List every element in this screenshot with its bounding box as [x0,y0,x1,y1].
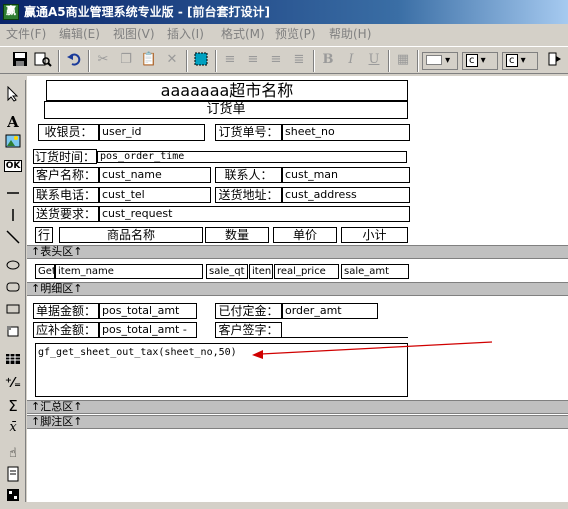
properties-icon[interactable]: ▦ [393,51,413,71]
select-all-icon[interactable] [191,51,211,71]
page-tool-icon[interactable] [3,466,23,486]
table-tool-icon[interactable] [3,352,23,372]
save-icon[interactable] [10,51,30,71]
computed-field-icon[interactable]: ⁺⁄₌ [3,374,23,394]
align-justify-icon[interactable]: ≣ [289,51,309,71]
menu-preview[interactable]: 预览(P) [275,27,316,41]
delete-icon[interactable]: ✕ [162,51,182,71]
title-bar: 赢 赢通A5商业管理系统专业版 - [前台套打设计] [0,0,568,24]
undo-icon[interactable] [64,51,84,71]
report-canvas[interactable]: aaaaaaa超市名称 订货单 收银员： user_id 订货单号： sheet… [27,76,568,502]
menu-bar: 文件(F) 编辑(E) 视图(V) 插入(I) 格式(M) 预览(P) 帮助(H… [0,24,568,44]
ok-button-tool-icon[interactable]: OK [3,156,23,176]
copy-icon[interactable]: ❐ [116,51,136,71]
font-dropdown-1[interactable]: c ▾ [462,52,498,70]
vline-tool-icon[interactable] [3,208,23,228]
menu-edit[interactable]: 编辑(E) [59,27,100,41]
align-center-icon[interactable]: ≡ [243,51,263,71]
font-dropdown-1-value: c [466,54,478,67]
align-right-icon[interactable]: ≡ [266,51,286,71]
text-tool-icon[interactable]: A [3,112,23,132]
italic-icon[interactable]: I [341,51,361,71]
annotation-arrow [252,341,493,359]
menu-file[interactable]: 文件(F) [6,27,46,41]
diagonal-line-tool-icon[interactable] [3,230,23,250]
image-tool-icon[interactable] [3,134,23,154]
hline-tool-icon[interactable] [3,186,23,206]
align-left-icon[interactable]: ≡ [220,51,240,71]
rect-tool-icon[interactable] [3,302,23,322]
variable-tool-icon[interactable]: x̄ [3,418,23,438]
font-dropdown-2[interactable]: c ▾ [502,52,538,70]
app-icon: 赢 [3,4,19,20]
toolbar: ✂ ❐ 📋 ✕ ≡ ≡ ≡ ≣ B I U ▦ ▾ c ▾ c ▾ [0,46,568,74]
shape-tool-icon[interactable] [3,324,23,344]
window-title: 赢通A5商业管理系统专业版 - [前台套打设计] [24,5,270,19]
print-preview-icon[interactable] [33,51,53,71]
underline-icon[interactable]: U [364,51,384,71]
exit-icon[interactable] [545,51,565,71]
hand-tool-icon[interactable]: ☝ [3,444,23,464]
menu-help[interactable]: 帮助(H) [329,27,371,41]
sum-tool-icon[interactable]: Σ [3,396,23,416]
cut-icon[interactable]: ✂ [93,51,113,71]
tool-palette: A OK ⁺⁄₌ Σ x̄ ☝ [0,80,26,502]
color-dropdown[interactable]: ▾ [422,52,458,70]
font-dropdown-2-value: c [506,54,518,67]
barcode-tool-icon[interactable] [3,488,23,508]
menu-insert[interactable]: 插入(I) [167,27,204,41]
bold-icon[interactable]: B [318,51,338,71]
paste-icon[interactable]: 📋 [139,51,159,71]
pointer-tool-icon[interactable] [3,85,23,106]
menu-format[interactable]: 格式(M) [221,27,265,41]
rounded-rect-tool-icon[interactable] [3,280,23,300]
menu-view[interactable]: 视图(V) [113,27,155,41]
ellipse-tool-icon[interactable] [3,258,23,278]
